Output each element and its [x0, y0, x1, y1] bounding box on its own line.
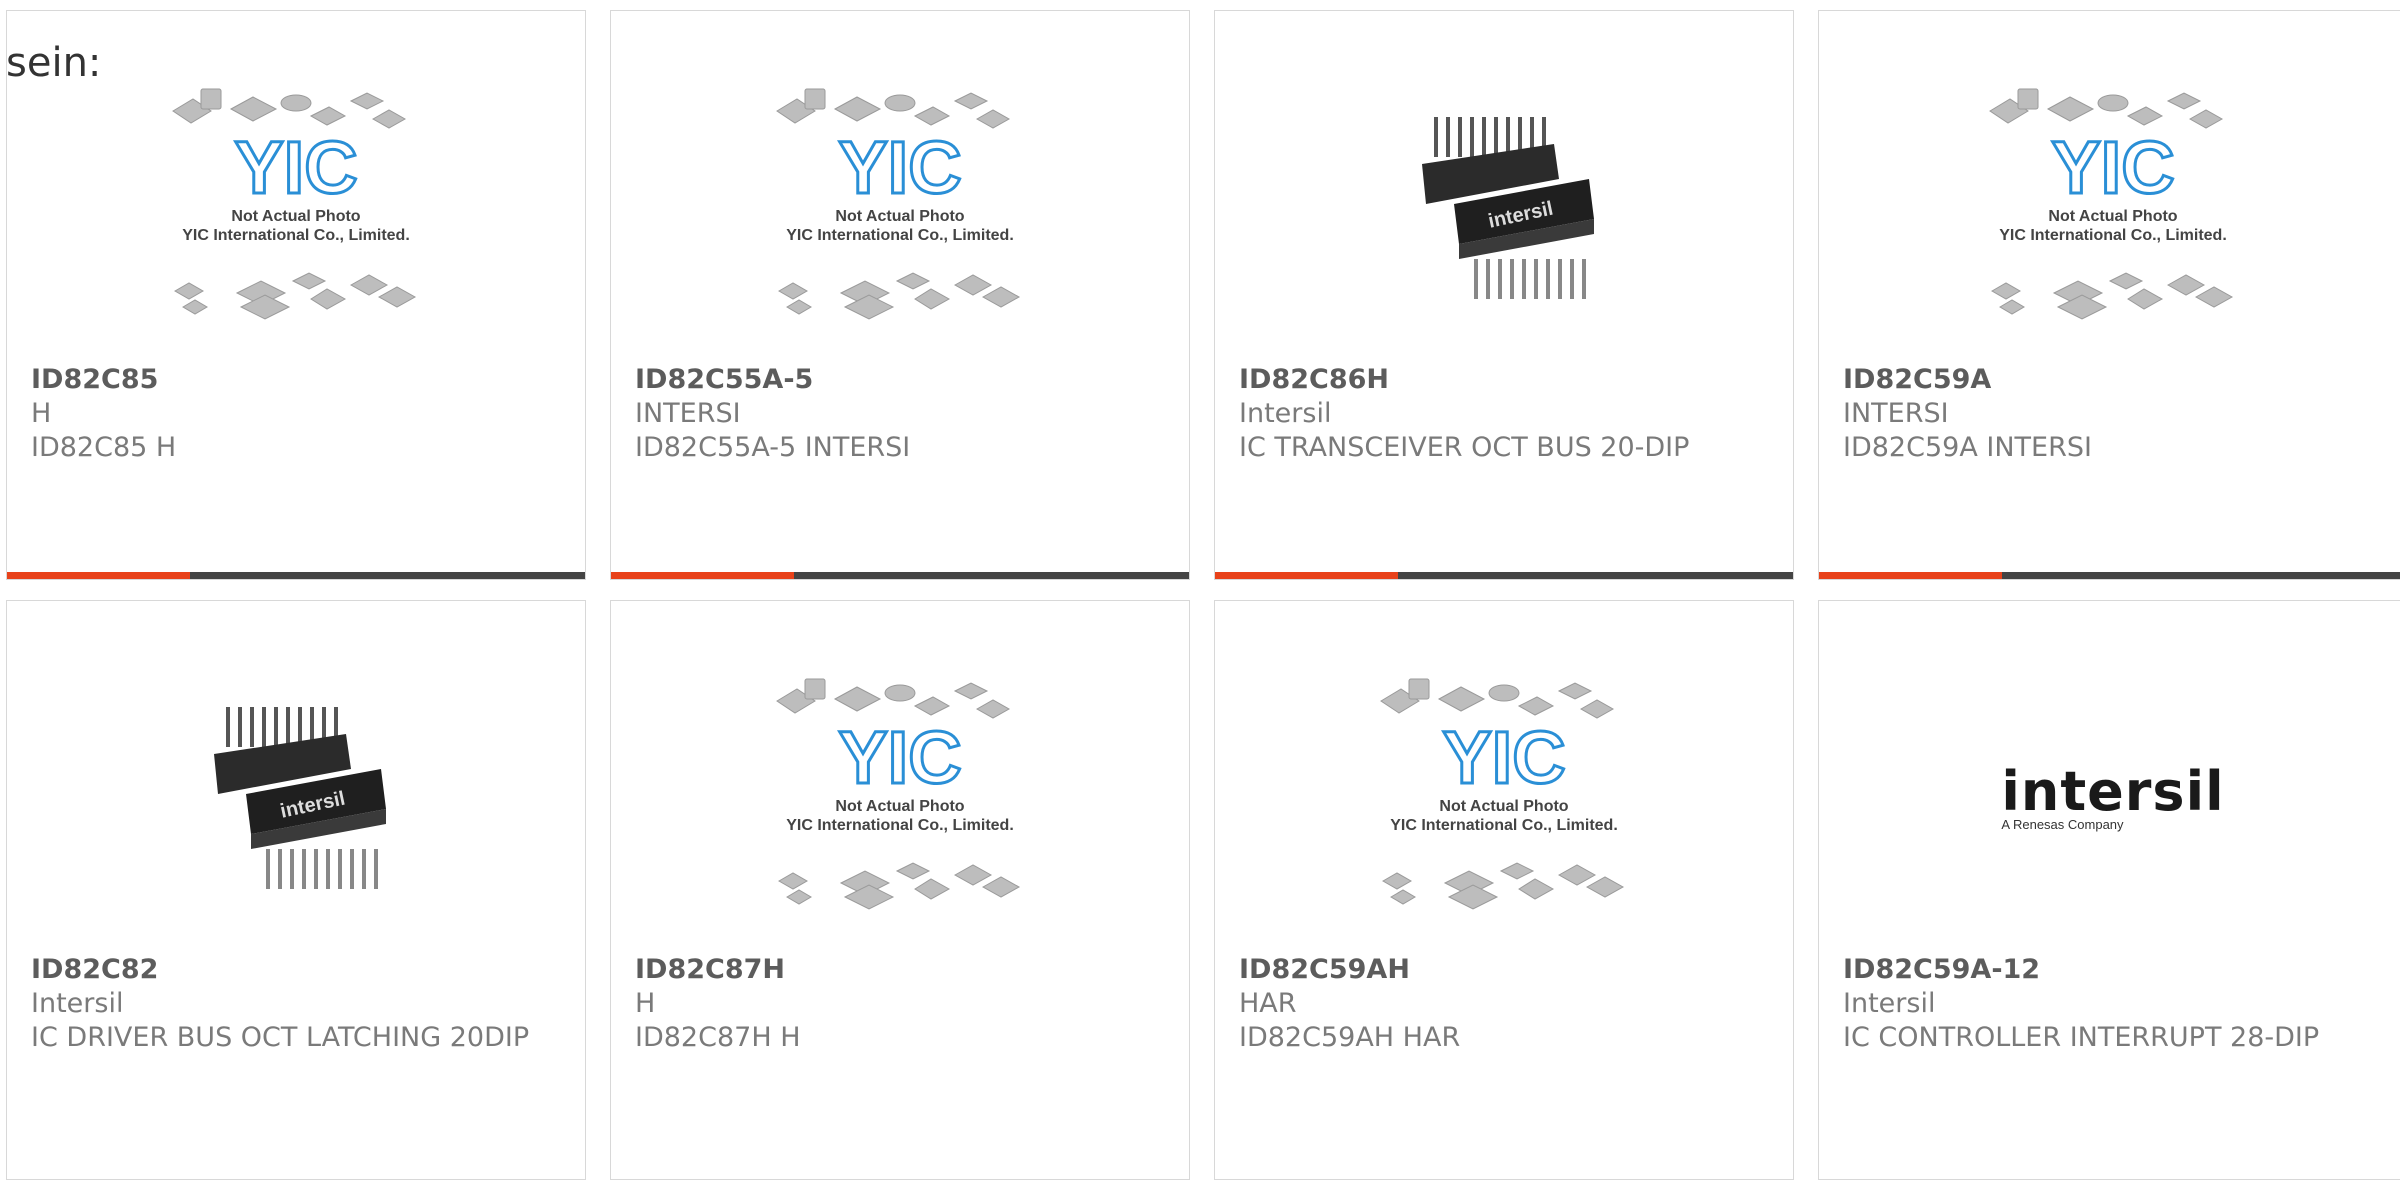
svg-text:YIC International Co., Limited: YIC International Co., Limited. [786, 227, 1014, 244]
product-image[interactable]: intersil [161, 671, 431, 926]
svg-text:Not Actual Photo: Not Actual Photo [835, 208, 964, 225]
product-card[interactable]: YIC Not Actual Photo YIC International C… [6, 10, 586, 580]
logo-text: intersil [2001, 760, 2225, 823]
card-bottom-bar [1819, 572, 2400, 579]
card-accent-bar [1819, 572, 2002, 579]
brand: HAR [1239, 988, 1297, 1019]
product-card[interactable]: YIC Not Actual Photo YIC International C… [610, 10, 1190, 580]
product-image[interactable]: YIC Not Actual Photo YIC International C… [161, 81, 431, 336]
card-accent-bar [7, 572, 190, 579]
description: ID82C59AH HAR [1239, 1022, 1461, 1053]
product-card[interactable]: intersil ID82C86H Intersil IC TRANSCEIVE… [1214, 10, 1794, 580]
brand: H [31, 398, 52, 429]
yic-placeholder-image: YIC Not Actual Photo YIC International C… [1380, 678, 1625, 910]
svg-text:YIC International Co., Limited: YIC International Co., Limited. [1390, 817, 1618, 834]
intersil-logo: intersil A Renesas Company [2001, 760, 2225, 833]
svg-text:YIC: YIC [838, 126, 961, 209]
description: IC CONTROLLER INTERRUPT 28-DIP [1843, 1022, 2320, 1053]
svg-text:YIC International Co., Limited: YIC International Co., Limited. [1999, 227, 2227, 244]
product-card[interactable]: YIC Not Actual Photo YIC International C… [610, 600, 1190, 1180]
brand: H [635, 988, 656, 1019]
part-number[interactable]: ID82C59A-12 [1843, 953, 2377, 987]
svg-text:Not Actual Photo: Not Actual Photo [835, 798, 964, 815]
svg-text:YIC International Co., Limited: YIC International Co., Limited. [786, 817, 1014, 834]
card-bottom-bar [611, 572, 1189, 579]
card-bottom-bar [7, 572, 585, 579]
part-number[interactable]: ID82C59AH [1239, 953, 1763, 987]
yic-placeholder-image: YIC Not Actual Photo YIC International C… [1989, 88, 2234, 320]
part-number[interactable]: ID82C59A [1843, 363, 2377, 397]
brand: INTERSI [1843, 398, 1949, 429]
svg-text:Not Actual Photo: Not Actual Photo [2048, 208, 2177, 225]
card-bottom-bar [1215, 572, 1793, 579]
part-number[interactable]: ID82C55A-5 [635, 363, 1159, 397]
product-card[interactable]: YIC Not Actual Photo YIC International C… [1818, 10, 2400, 580]
description: ID82C59A INTERSI [1843, 432, 2092, 463]
brand: Intersil [31, 988, 124, 1019]
yic-placeholder-image: YIC Not Actual Photo YIC International C… [776, 678, 1021, 910]
dip-chip-photo: intersil [214, 706, 386, 889]
svg-text:Not Actual Photo: Not Actual Photo [1439, 798, 1568, 815]
svg-text:YIC International Co., Limited: YIC International Co., Limited. [182, 227, 410, 244]
product-image[interactable]: YIC Not Actual Photo YIC International C… [765, 81, 1035, 336]
card-accent-bar [611, 572, 794, 579]
product-image[interactable]: YIC Not Actual Photo YIC International C… [765, 671, 1035, 926]
product-image[interactable]: intersil [1369, 81, 1639, 336]
description: ID82C87H H [635, 1022, 801, 1053]
brand: INTERSI [635, 398, 741, 429]
description: ID82C85 H [31, 432, 177, 463]
product-card[interactable]: intersil A Renesas Company ID82C59A-12 I… [1818, 600, 2400, 1180]
description: IC TRANSCEIVER OCT BUS 20-DIP [1239, 432, 1690, 463]
svg-text:YIC: YIC [2051, 126, 2174, 209]
dip-chip-photo: intersil [1422, 116, 1594, 299]
card-accent-bar [1215, 572, 1398, 579]
description: ID82C55A-5 INTERSI [635, 432, 911, 463]
product-card[interactable]: intersil ID82C82 Intersil IC DRIVER BUS … [6, 600, 586, 1180]
part-number[interactable]: ID82C87H [635, 953, 1159, 987]
product-image[interactable]: YIC Not Actual Photo YIC International C… [1369, 671, 1639, 926]
svg-text:YIC: YIC [1442, 716, 1565, 799]
part-number[interactable]: ID82C82 [31, 953, 555, 987]
product-image[interactable]: YIC Not Actual Photo YIC International C… [1978, 81, 2248, 336]
part-number[interactable]: ID82C85 [31, 363, 555, 397]
svg-text:YIC: YIC [838, 716, 961, 799]
yic-placeholder-image: YIC Not Actual Photo YIC International C… [172, 88, 417, 320]
description: IC DRIVER BUS OCT LATCHING 20DIP [31, 1022, 530, 1053]
brand: Intersil [1843, 988, 1936, 1019]
product-card[interactable]: YIC Not Actual Photo YIC International C… [1214, 600, 1794, 1180]
yic-placeholder-image: YIC Not Actual Photo YIC International C… [776, 88, 1021, 320]
part-number[interactable]: ID82C86H [1239, 363, 1763, 397]
svg-text:YIC: YIC [234, 126, 357, 209]
svg-text:Not Actual Photo: Not Actual Photo [231, 208, 360, 225]
brand: Intersil [1239, 398, 1332, 429]
section-label: sein: [6, 40, 102, 86]
product-image[interactable]: intersil A Renesas Company [1978, 671, 2248, 926]
